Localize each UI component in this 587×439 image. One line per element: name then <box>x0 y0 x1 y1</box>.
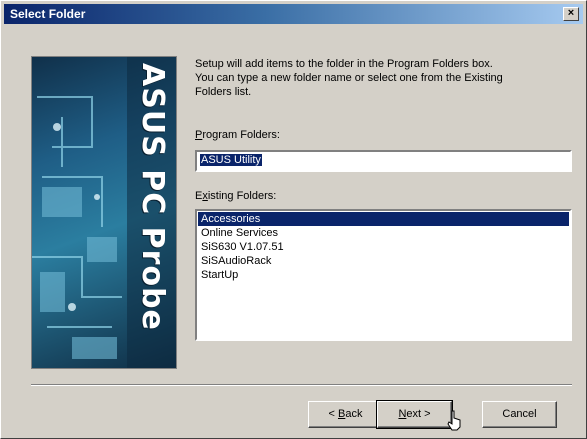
cancel-button[interactable]: Cancel <box>482 401 557 428</box>
program-folders-value: ASUS Utility <box>200 154 262 166</box>
product-logo-text: ASUS PC Probe <box>135 63 170 331</box>
close-button[interactable]: × <box>563 7 579 21</box>
next-button[interactable]: Next > <box>376 400 453 429</box>
divider <box>31 384 572 386</box>
program-folders-input[interactable]: ASUS Utility <box>195 150 572 172</box>
select-folder-dialog: Select Folder × ASUS PC Probe Setup will… <box>0 0 587 439</box>
close-icon: × <box>567 7 575 19</box>
existing-folders-list[interactable]: Accessories Online Services SiS630 V1.07… <box>195 209 572 341</box>
instructions-line: You can type a new folder name or select… <box>195 72 503 84</box>
window-title: Select Folder <box>10 7 86 21</box>
title-bar[interactable]: Select Folder × <box>4 4 583 24</box>
setup-banner-image: ASUS PC Probe <box>31 56 177 369</box>
existing-folders-label: Existing Folders: <box>195 190 277 202</box>
list-item[interactable]: StartUp <box>198 268 569 282</box>
instructions-line: Setup will add items to the folder in th… <box>195 58 493 70</box>
instructions-line: Folders list. <box>195 86 252 98</box>
back-button[interactable]: < Back <box>308 401 383 428</box>
list-item[interactable]: SiS630 V1.07.51 <box>198 240 569 254</box>
program-folders-label: Program Folders: <box>195 129 280 141</box>
list-item[interactable]: SiSAudioRack <box>198 254 569 268</box>
instructions-text: Setup will add items to the folder in th… <box>195 57 575 99</box>
list-item[interactable]: Online Services <box>198 226 569 240</box>
list-item[interactable]: Accessories <box>198 212 569 226</box>
mouse-cursor-icon <box>447 410 461 431</box>
